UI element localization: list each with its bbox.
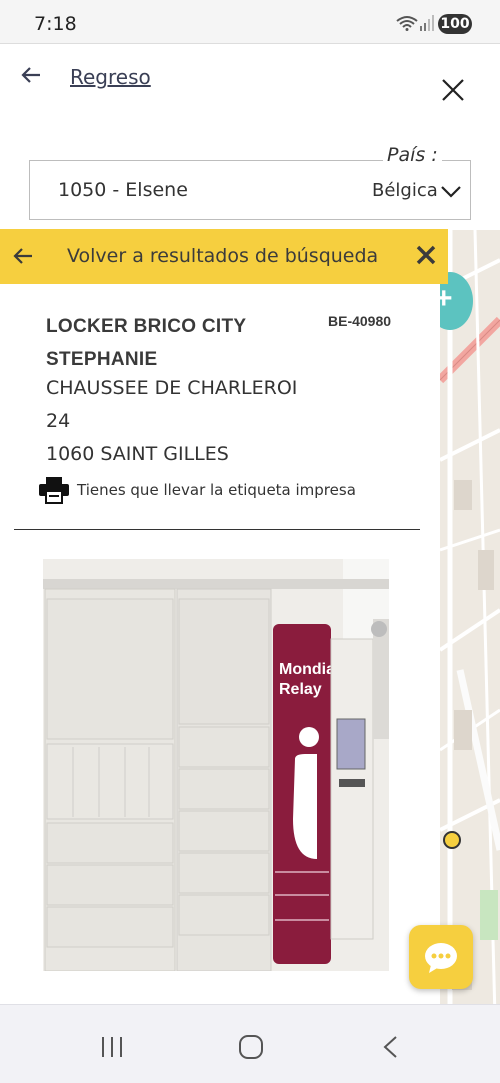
relay-code: BE-40980 bbox=[328, 313, 392, 329]
recents-icon[interactable] bbox=[100, 1035, 124, 1059]
status-time: 7:18 bbox=[34, 13, 77, 35]
print-label-note: Tienes que llevar la etiqueta impresa bbox=[77, 481, 356, 499]
map-streets bbox=[440, 230, 500, 1018]
location-input[interactable]: 1050 - Elsene bbox=[29, 160, 361, 220]
back-to-results-bar[interactable]: Volver a resultados de búsqueda bbox=[0, 229, 448, 284]
relay-name: LOCKER BRICO CITY STEPHANIE bbox=[46, 316, 247, 370]
brand-line1: Mondial bbox=[279, 661, 339, 678]
wifi-icon bbox=[396, 16, 418, 31]
status-bar: 7:18 100 bbox=[0, 0, 500, 44]
battery-badge: 100 bbox=[438, 14, 472, 34]
chat-icon bbox=[425, 943, 457, 973]
locker-photo: Mondial Relay bbox=[43, 559, 389, 971]
nav-back-icon[interactable] bbox=[380, 1035, 402, 1059]
chat-button[interactable] bbox=[409, 925, 473, 989]
relay-detail-panel: LOCKER BRICO CITY STEPHANIE BE-40980 CHA… bbox=[0, 284, 440, 1018]
location-input-value: 1050 - Elsene bbox=[58, 179, 188, 201]
relay-street: CHAUSSEE DE CHARLEROI bbox=[46, 377, 298, 399]
locker-illustration: Mondial Relay bbox=[43, 559, 389, 971]
back-link[interactable]: Regreso bbox=[70, 65, 151, 89]
chevron-down-icon bbox=[440, 181, 462, 201]
divider bbox=[14, 529, 420, 530]
back-arrow-icon[interactable] bbox=[12, 245, 34, 267]
back-arrow-icon[interactable] bbox=[20, 64, 42, 86]
brand-line2: Relay bbox=[279, 681, 322, 698]
relay-number: 24 bbox=[46, 410, 71, 432]
country-select[interactable]: Bélgica bbox=[360, 160, 471, 220]
printer-icon bbox=[39, 477, 69, 504]
country-value: Bélgica bbox=[372, 180, 438, 201]
relay-city: 1060 SAINT GILLES bbox=[46, 443, 229, 465]
home-icon[interactable] bbox=[238, 1034, 264, 1060]
country-label: País : bbox=[383, 144, 442, 166]
close-icon[interactable] bbox=[414, 243, 438, 267]
signal-icon bbox=[420, 15, 434, 31]
close-icon[interactable] bbox=[440, 77, 466, 103]
map[interactable] bbox=[440, 230, 500, 1018]
back-to-results-label[interactable]: Volver a resultados de búsqueda bbox=[67, 245, 378, 267]
